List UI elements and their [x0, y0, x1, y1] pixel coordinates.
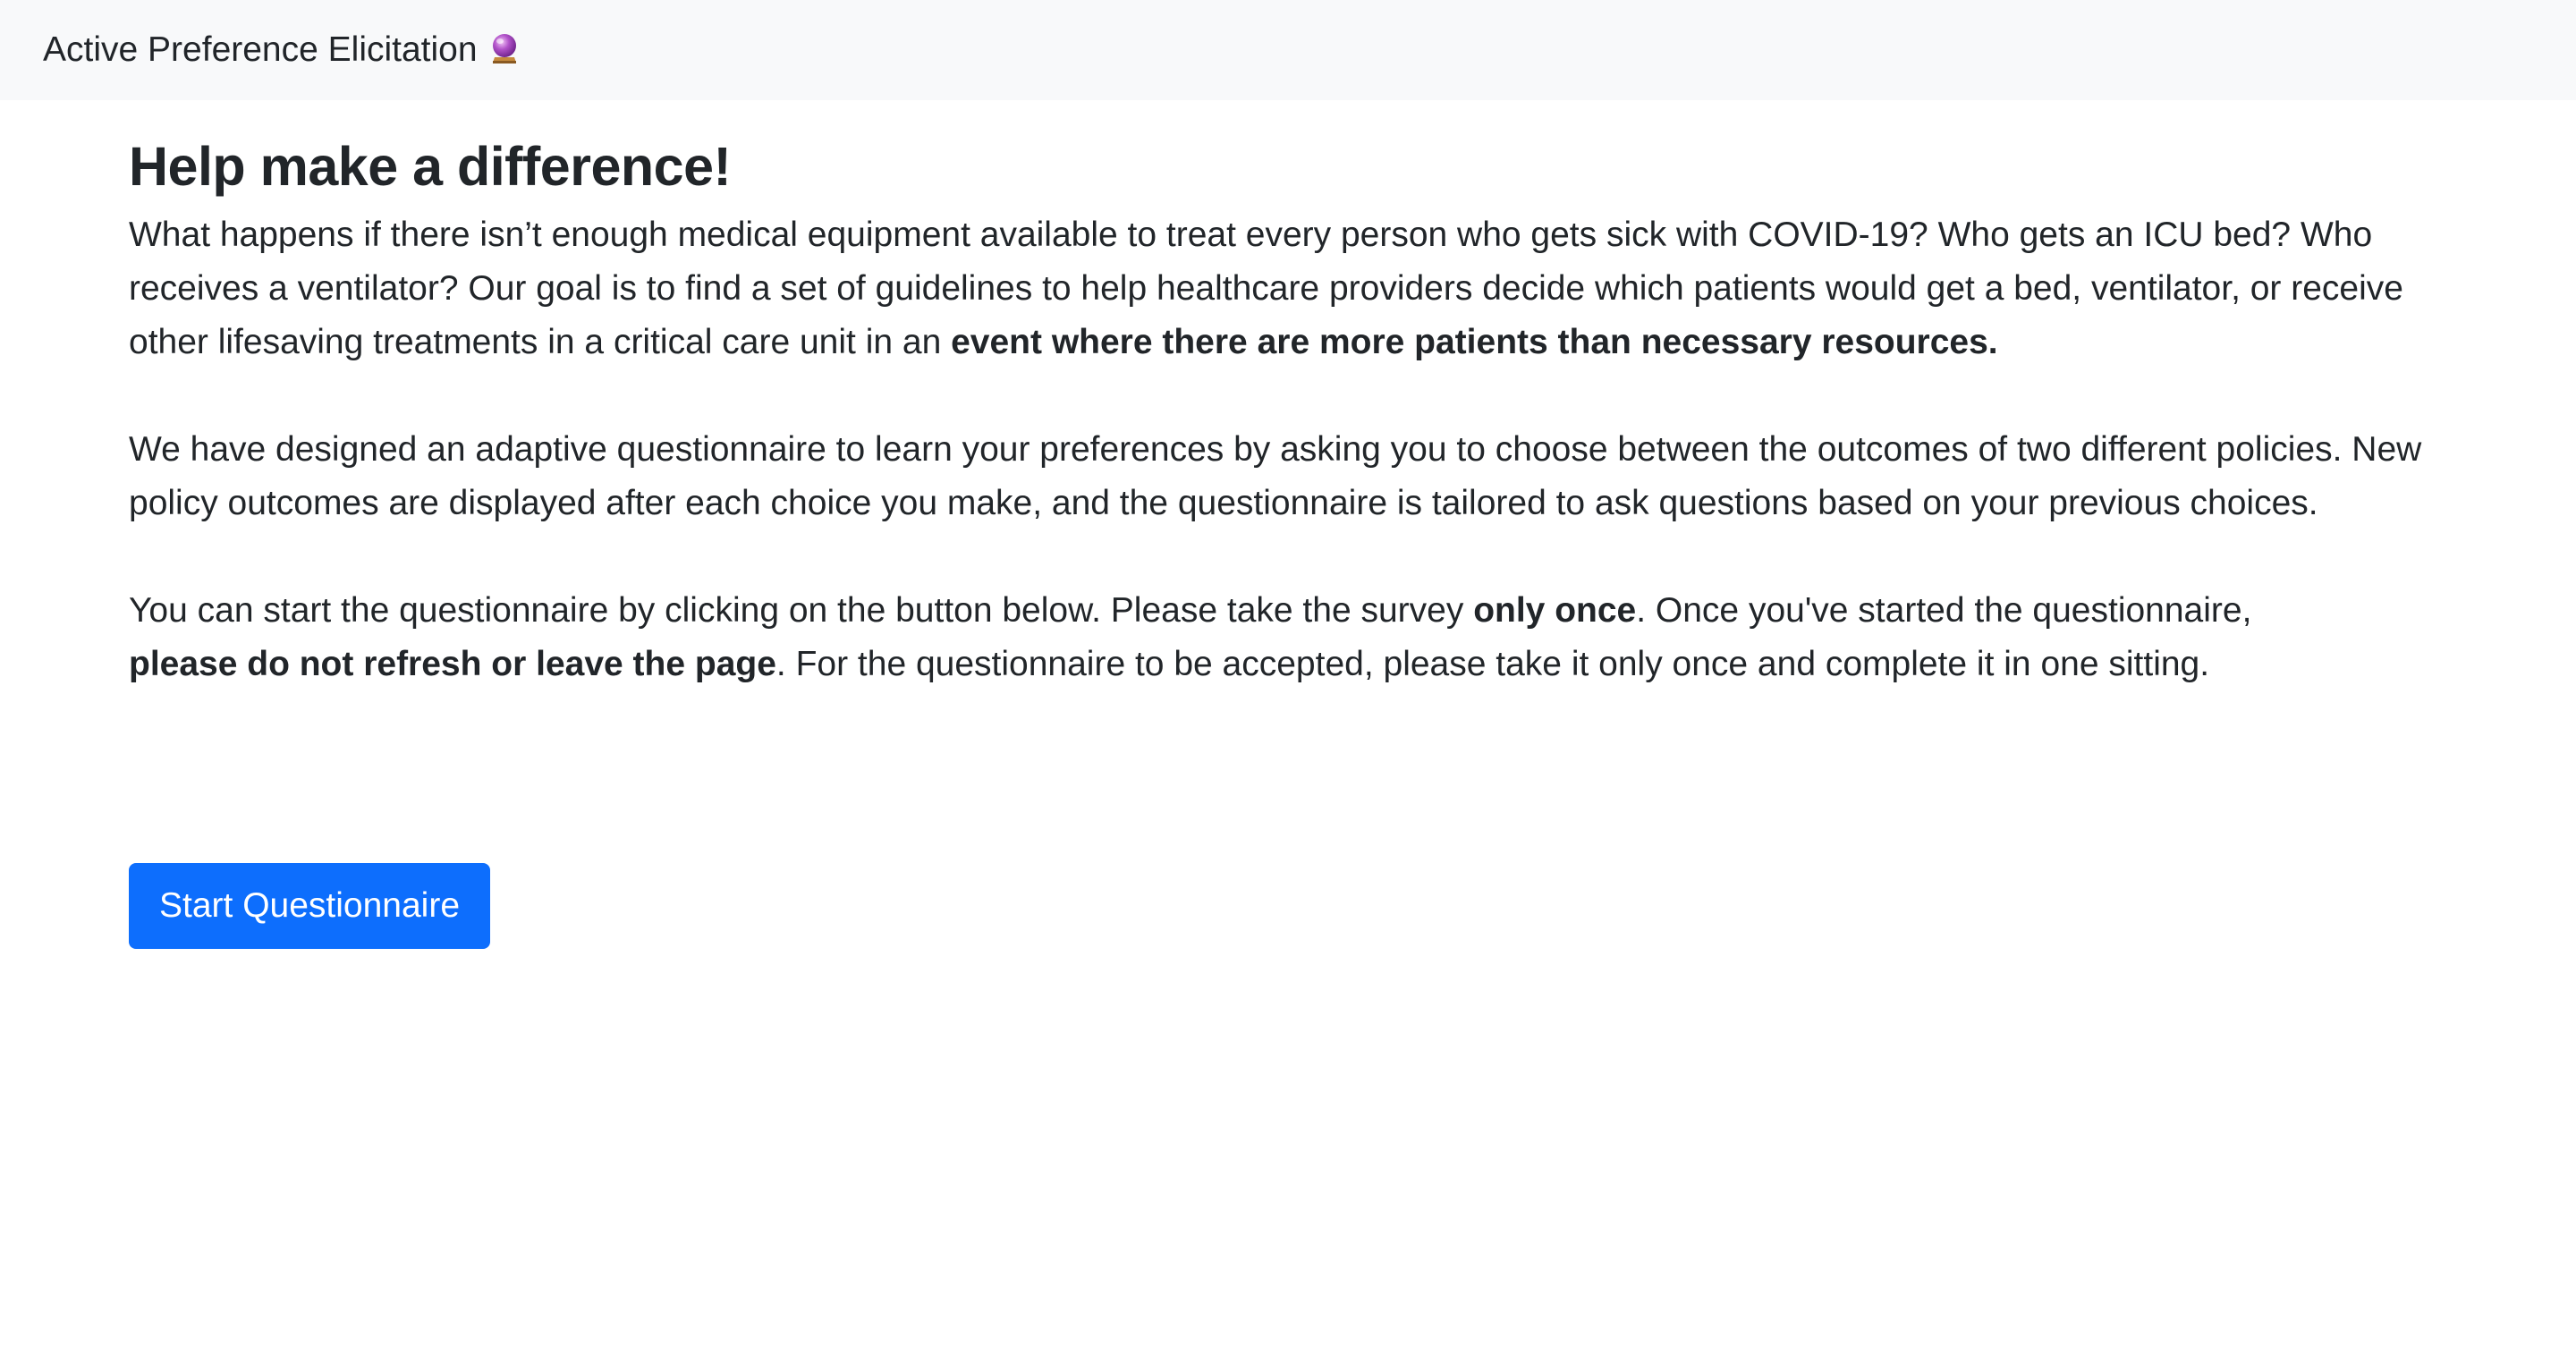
instructions-emphasis-once: only once [1473, 591, 1637, 631]
instructions-text-2: . Once you've started the questionnaire, [1636, 591, 2252, 631]
start-questionnaire-button[interactable]: Start Questionnaire [129, 863, 491, 949]
navbar-brand[interactable]: Active Preference Elicitation [43, 30, 521, 70]
page-title: Help make a difference! [129, 136, 732, 197]
instructions-text-1: You can start the questionnaire by click… [129, 591, 1474, 631]
intro-paragraph: What happens if there isn’t enough medic… [129, 208, 2447, 369]
navbar: Active Preference Elicitation [0, 0, 2576, 100]
instructions-emphasis-refresh: please do not refresh or leave the page [129, 645, 776, 684]
intro-emphasis: event where there are more patients than… [951, 323, 1998, 362]
design-paragraph: We have designed an adaptive questionnai… [129, 430, 2422, 523]
instructions-text-3: . For the questionnaire to be accepted, … [775, 645, 2210, 684]
brand-label: Active Preference Elicitation [43, 30, 478, 69]
main-content: Help make a difference! What happens if … [129, 100, 2447, 949]
instructions-paragraph: You can start the questionnaire by click… [129, 584, 2447, 691]
crystal-ball-icon [488, 32, 521, 64]
